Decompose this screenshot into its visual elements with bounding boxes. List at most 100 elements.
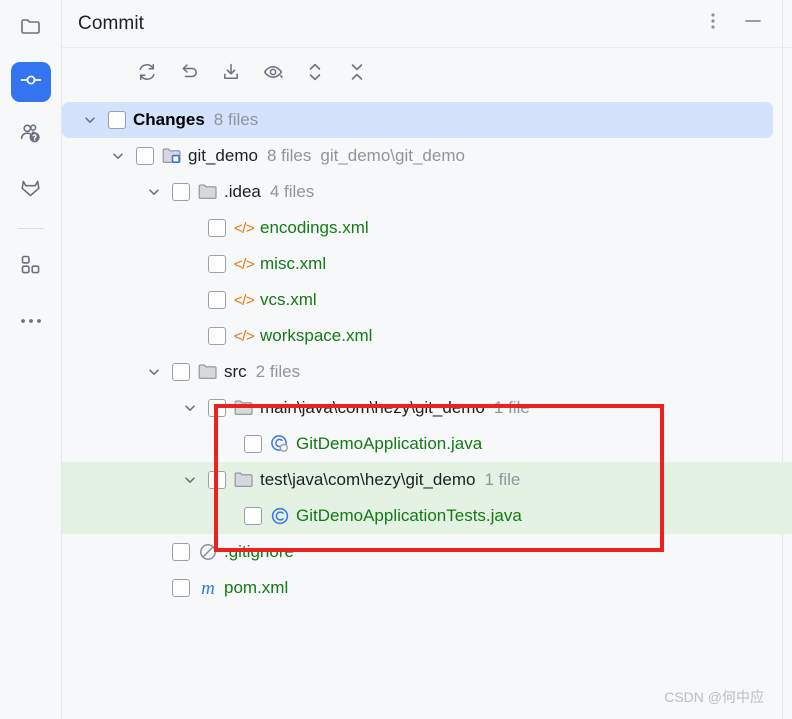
folder-icon (233, 470, 255, 490)
checkbox-main-pkg[interactable] (208, 399, 226, 417)
vertical-dots-icon (710, 11, 716, 36)
checkbox-encodings[interactable] (208, 219, 226, 237)
checkbox-idea[interactable] (172, 183, 190, 201)
minimize-icon (743, 11, 763, 36)
tree-row-label: misc.xml (260, 254, 327, 273)
chevron-down-icon[interactable] (180, 398, 200, 418)
commit-tool-window: Commit Changes 8 files git_demo 8 files … (0, 0, 792, 719)
refresh-changes-button[interactable] (134, 61, 160, 87)
checkbox-git_demo[interactable] (136, 147, 154, 165)
vcs-folder-icon (161, 146, 183, 166)
xml-file-icon: </> (233, 327, 255, 345)
rail-divider (17, 228, 44, 229)
titlebar: Commit (62, 0, 792, 48)
tree-row-gitignore[interactable]: .gitignore (62, 534, 792, 570)
rollback-icon (178, 61, 200, 88)
tree-row-file-count: 4 files (269, 182, 315, 201)
tree-row-pom[interactable]: m pom.xml (62, 570, 792, 606)
tree-row-file-count: 8 files (213, 110, 259, 129)
tree-row-label: workspace.xml (260, 326, 373, 345)
tree-row-file-count: 2 files (255, 362, 301, 381)
gitlab-icon (18, 175, 43, 205)
tree-row-label: src (224, 362, 247, 381)
tree-row-git_demo[interactable]: git_demo 8 files git_demo\git_demo (62, 138, 792, 174)
rail-item-project[interactable] (11, 8, 51, 48)
tree-row-main-pkg[interactable]: main\java\com\hezy\git_demo 1 file (62, 390, 792, 426)
pull-requests-icon (18, 121, 43, 151)
checkbox-gitignore[interactable] (172, 543, 190, 561)
activity-rail (0, 0, 62, 719)
tree-row-file-count: 1 file (484, 470, 521, 489)
tree-row-idea[interactable]: .idea 4 files (62, 174, 792, 210)
checkbox-changes[interactable] (108, 111, 126, 129)
tree-row-misc[interactable]: </> misc.xml (62, 246, 792, 282)
chevron-down-icon[interactable] (180, 470, 200, 490)
plugins-icon (19, 253, 42, 281)
tree-row-encodings[interactable]: </> encodings.xml (62, 210, 792, 246)
chevron-down-icon[interactable] (144, 182, 164, 202)
page-title: Commit (78, 12, 145, 34)
collapse-icon (347, 61, 367, 88)
xml-file-icon: </> (233, 219, 255, 237)
tree-row-gitdemoapplication[interactable]: GitDemoApplication.java (62, 426, 792, 462)
commit-panel: Commit Changes 8 files git_demo 8 files … (62, 0, 792, 719)
tree-row-label: test\java\com\hezy\git_demo (260, 470, 476, 489)
tree-row-workspace[interactable]: </> workspace.xml (62, 318, 792, 354)
options-menu-button[interactable] (700, 11, 726, 37)
shelve-icon (220, 61, 242, 88)
watermark: CSDN @何中应 (664, 689, 764, 705)
checkbox-misc[interactable] (208, 255, 226, 273)
checkbox-gitdemoapplicationtests[interactable] (244, 507, 262, 525)
maven-file-icon: m (201, 577, 215, 599)
tree-row-label: encodings.xml (260, 218, 369, 237)
expand-collapse-icon (305, 61, 325, 88)
tree-row-label: Changes (133, 110, 205, 129)
rollback-button[interactable] (176, 61, 202, 87)
tree-row-vcs[interactable]: </> vcs.xml (62, 282, 792, 318)
project-folder-icon (19, 14, 43, 43)
folder-icon (233, 398, 255, 418)
tree-row-test-pkg[interactable]: test\java\com\hezy\git_demo 1 file (62, 462, 792, 498)
tree-row-src[interactable]: src 2 files (62, 354, 792, 390)
tree-row-label: GitDemoApplication.java (296, 434, 483, 453)
ignore-file-icon (197, 542, 219, 562)
xml-file-icon: </> (233, 291, 255, 309)
rail-item-commit[interactable] (10, 62, 51, 102)
tree-row-label: .gitignore (224, 542, 294, 561)
tree-row-label: pom.xml (224, 578, 289, 597)
xml-file-icon: </> (233, 255, 255, 273)
rail-item-more[interactable] (11, 301, 51, 341)
tree-row-label: vcs.xml (260, 290, 317, 309)
rail-item-pull-requests[interactable] (11, 116, 51, 156)
rail-item-gitlab[interactable] (11, 170, 51, 210)
refresh-icon (136, 61, 158, 88)
chevron-down-icon[interactable] (144, 362, 164, 382)
commit-icon (18, 67, 44, 98)
minimize-button[interactable] (740, 11, 766, 37)
checkbox-src[interactable] (172, 363, 190, 381)
tree-row-path: git_demo\git_demo (320, 146, 465, 165)
java-runnable-class-icon (269, 434, 291, 454)
checkbox-pom[interactable] (172, 579, 190, 597)
shelve-button[interactable] (218, 61, 244, 87)
rail-item-plugins[interactable] (11, 247, 51, 287)
checkbox-vcs[interactable] (208, 291, 226, 309)
tree-row-label: .idea (224, 182, 261, 201)
checkbox-gitdemoapplication[interactable] (244, 435, 262, 453)
chevron-down-icon[interactable] (108, 146, 128, 166)
changes-tree[interactable]: Changes 8 files git_demo 8 files git_demo\gi… (62, 100, 792, 719)
checkbox-workspace[interactable] (208, 327, 226, 345)
more-icon (19, 312, 43, 330)
tree-row-gitdemoapplicationtests[interactable]: GitDemoApplicationTests.java (62, 498, 792, 534)
collapse-all-button[interactable] (344, 61, 370, 87)
eye-icon (262, 61, 284, 88)
expand-all-button[interactable] (302, 61, 328, 87)
tree-row-changes[interactable]: Changes 8 files (62, 102, 773, 138)
tree-row-file-count: 8 files (266, 146, 312, 165)
changes-toolbar (62, 48, 792, 100)
tree-row-file-count: 1 file (493, 398, 530, 417)
show-diff-preview-button[interactable] (260, 61, 286, 87)
titlebar-actions (700, 11, 792, 37)
checkbox-test-pkg[interactable] (208, 471, 226, 489)
chevron-down-icon[interactable] (80, 110, 100, 130)
